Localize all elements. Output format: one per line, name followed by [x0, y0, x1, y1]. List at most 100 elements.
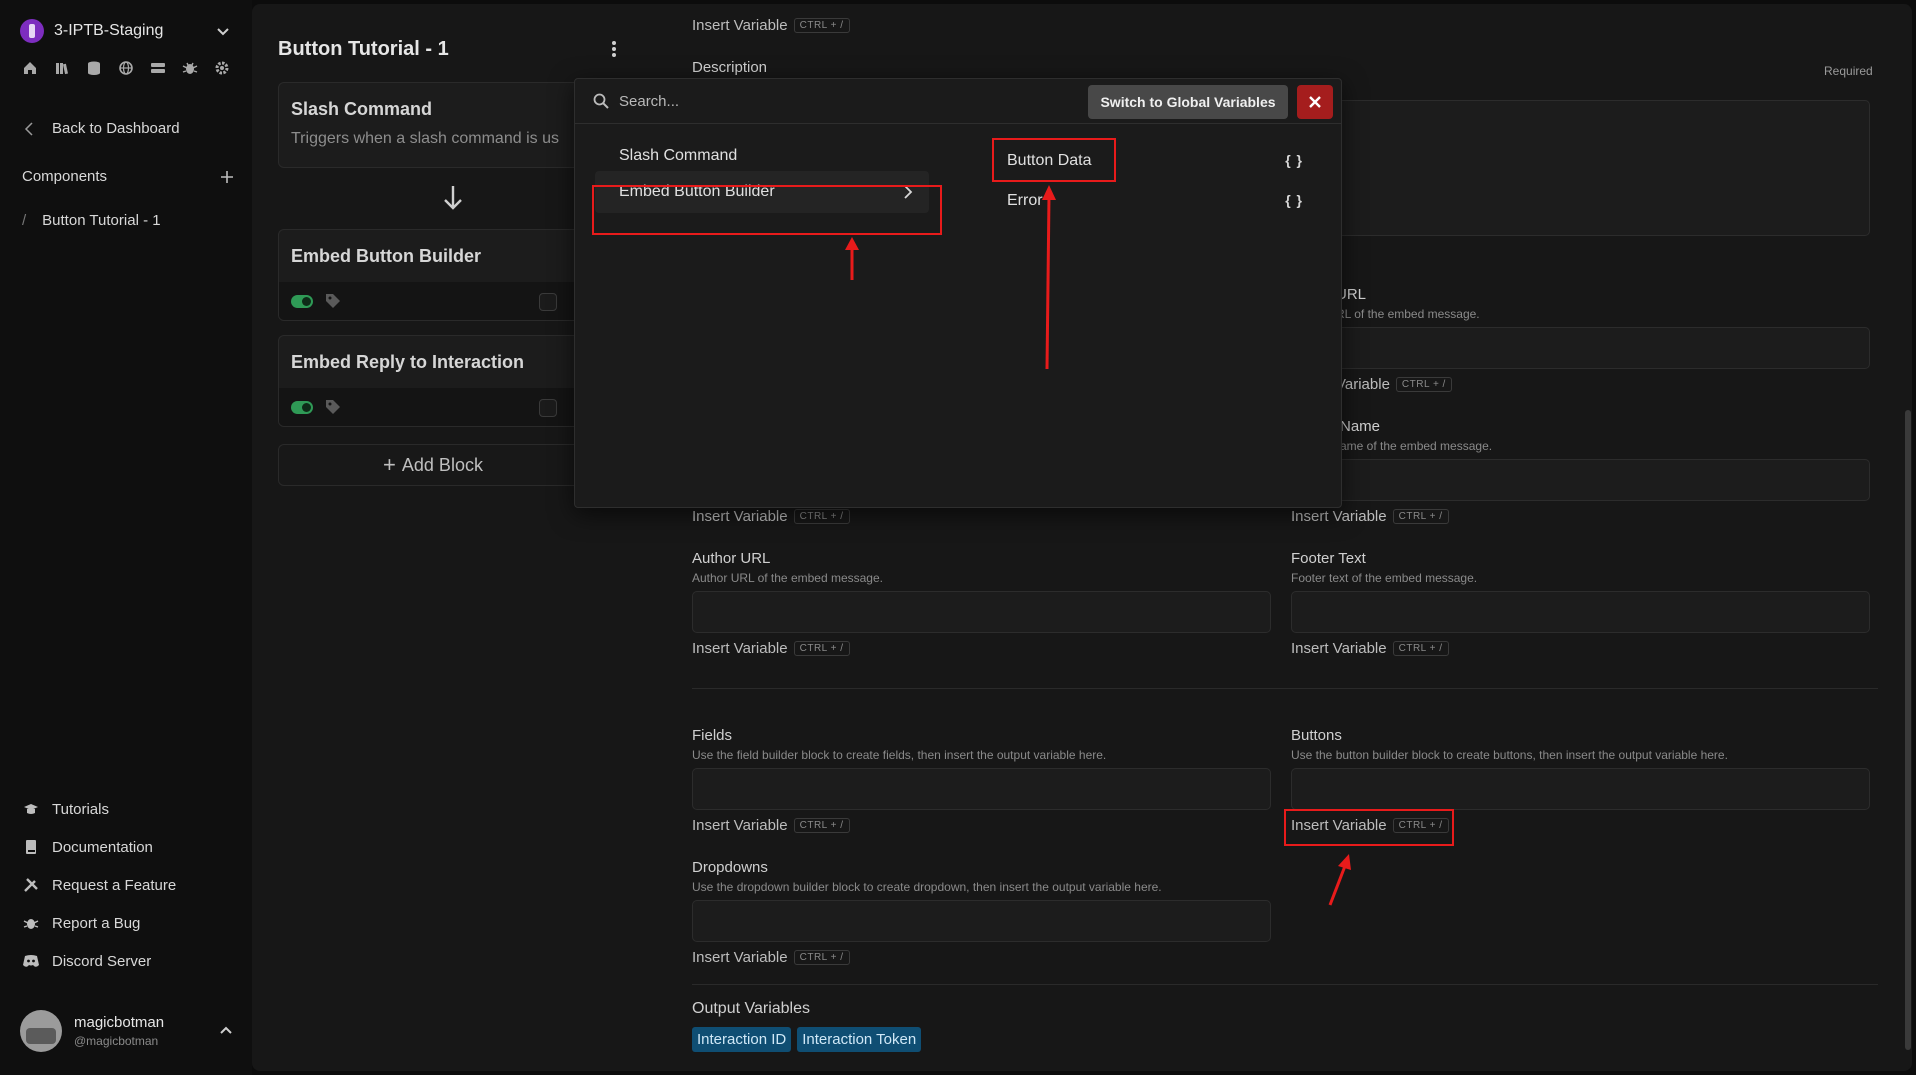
database-icon[interactable] — [84, 58, 103, 77]
dropdowns-input[interactable] — [692, 900, 1271, 942]
tools-icon — [22, 876, 40, 894]
request-feature-link[interactable]: Request a Feature — [22, 866, 176, 904]
block-card-slash-command[interactable]: Slash Command Triggers when a slash comm… — [278, 82, 588, 168]
back-to-dashboard-link[interactable]: Back to Dashboard — [24, 120, 180, 137]
search-icon — [593, 93, 609, 109]
insert-variable-button[interactable]: Insert Variable CTRL + / — [692, 817, 850, 834]
block-footer — [279, 282, 587, 320]
documentation-link[interactable]: Documentation — [22, 828, 176, 866]
name-input[interactable] — [1290, 459, 1870, 501]
discord-icon — [22, 952, 40, 970]
plus-icon[interactable] — [220, 170, 234, 184]
insert-variable-label: Variable — [1336, 376, 1390, 393]
variable-error[interactable]: Error { } — [997, 183, 1313, 219]
output-chip-interaction-token[interactable]: Interaction Token — [797, 1027, 922, 1052]
block-checkbox[interactable] — [539, 399, 557, 417]
url-input[interactable] — [1290, 327, 1870, 369]
footer-text-hint: Footer text of the embed message. — [1291, 571, 1478, 585]
close-button[interactable] — [1297, 85, 1333, 119]
buttons-label: Buttons — [1291, 727, 1342, 744]
graduation-cap-icon — [22, 800, 40, 818]
report-bug-link[interactable]: Report a Bug — [22, 904, 176, 942]
block-description: Triggers when a slash command is us — [291, 130, 559, 147]
block-enabled-toggle[interactable] — [291, 294, 313, 308]
insert-variable-button[interactable]: Insert Variable CTRL + / — [692, 508, 850, 525]
popup-search-bar: Switch to Global Variables — [575, 79, 1341, 124]
description-label: Description — [692, 59, 768, 76]
category-label: Slash Command — [619, 147, 738, 164]
user-handle: @magicbotman — [74, 1034, 159, 1048]
discord-link[interactable]: Discord Server — [22, 942, 176, 980]
shortcut-hint: CTRL + / — [793, 641, 850, 656]
shortcut-hint: CTRL + / — [1392, 641, 1449, 656]
shortcut-hint: CTRL + / — [793, 950, 850, 965]
footer-text-input[interactable] — [1291, 591, 1870, 633]
server-icon[interactable] — [148, 58, 167, 77]
insert-variable-button[interactable]: Insert Variable CTRL + / — [692, 17, 850, 34]
component-item[interactable]: / Button Tutorial - 1 — [22, 212, 161, 229]
insert-variable-button[interactable]: Insert Variable CTRL + / — [1291, 508, 1449, 525]
variable-search-input[interactable] — [619, 89, 1119, 113]
block-card-embed-reply[interactable]: Embed Reply to Interaction — [278, 335, 588, 427]
bug-icon[interactable] — [180, 58, 199, 77]
tutorials-label: Tutorials — [52, 800, 109, 818]
output-chip-interaction-id[interactable]: Interaction ID — [692, 1027, 792, 1052]
url-hint: RL of the embed message. — [1336, 307, 1480, 321]
flow-title: Button Tutorial - 1 — [278, 38, 449, 60]
more-vertical-icon[interactable] — [608, 38, 620, 60]
tag-icon[interactable] — [325, 399, 341, 415]
switch-to-global-variables-button[interactable]: Switch to Global Variables — [1088, 85, 1288, 119]
component-item-label: Button Tutorial - 1 — [42, 212, 161, 229]
shortcut-hint: CTRL + / — [1395, 377, 1452, 392]
user-menu[interactable]: magicbotman @magicbotman — [20, 1010, 234, 1052]
block-title: Embed Button Builder — [291, 246, 481, 266]
add-block-button[interactable]: + Add Block — [278, 444, 588, 486]
insert-variable-button[interactable]: Variable CTRL + / — [1336, 376, 1452, 393]
chevron-left-icon — [24, 121, 33, 136]
name-label: Name — [1340, 418, 1381, 435]
fields-label: Fields — [692, 727, 733, 744]
fields-hint: Use the field builder block to create fi… — [692, 748, 1107, 762]
shortcut-hint: CTRL + / — [793, 818, 850, 833]
bug-icon — [22, 914, 40, 932]
library-icon[interactable] — [52, 58, 71, 77]
workspace-switcher[interactable]: 3-IPTB-Staging — [20, 18, 232, 44]
components-header: Components — [22, 168, 234, 185]
fields-input[interactable] — [692, 768, 1271, 810]
back-label: Back to Dashboard — [52, 120, 180, 137]
workspace-name: 3-IPTB-Staging — [54, 22, 164, 39]
close-icon — [1309, 96, 1321, 108]
name-hint: ame of the embed message. — [1340, 439, 1493, 453]
buttons-input[interactable] — [1291, 768, 1870, 810]
tag-icon[interactable] — [325, 293, 341, 309]
chevron-down-icon[interactable] — [214, 22, 232, 40]
section-divider — [692, 984, 1878, 985]
variable-picker-modal: Switch to Global Variables Slash Command… — [574, 78, 1342, 508]
insert-variable-label: Insert Variable — [692, 17, 788, 34]
block-card-embed-button-builder[interactable]: Embed Button Builder — [278, 229, 588, 321]
globe-icon[interactable] — [116, 58, 135, 77]
author-url-input[interactable] — [692, 591, 1271, 633]
section-divider — [692, 688, 1878, 689]
object-type-icon: { } — [1285, 192, 1303, 208]
insert-variable-label: Insert Variable — [692, 817, 788, 834]
block-footer — [279, 388, 587, 426]
insert-variable-button[interactable]: Insert Variable CTRL + / — [1291, 640, 1449, 657]
author-url-label: Author URL — [692, 550, 771, 567]
tutorials-link[interactable]: Tutorials — [22, 790, 176, 828]
footer-text-label: Footer Text — [1291, 550, 1366, 567]
output-variables-title: Output Variables — [692, 1000, 810, 1017]
insert-variable-label: Insert Variable — [1291, 508, 1387, 525]
insert-variable-button[interactable]: Insert Variable CTRL + / — [692, 949, 850, 966]
insert-variable-label: Insert Variable — [692, 508, 788, 525]
block-enabled-toggle[interactable] — [291, 400, 313, 414]
gear-icon[interactable] — [212, 58, 231, 77]
required-badge: Required — [1824, 64, 1873, 78]
scrollbar-thumb[interactable] — [1905, 410, 1911, 1050]
chevron-up-icon[interactable] — [218, 1023, 234, 1039]
home-icon[interactable] — [20, 58, 39, 77]
insert-variable-button[interactable]: Insert Variable CTRL + / — [692, 640, 850, 657]
highlight-button-data — [992, 138, 1116, 182]
highlight-buttons-insert-variable — [1284, 809, 1454, 846]
block-checkbox[interactable] — [539, 293, 557, 311]
